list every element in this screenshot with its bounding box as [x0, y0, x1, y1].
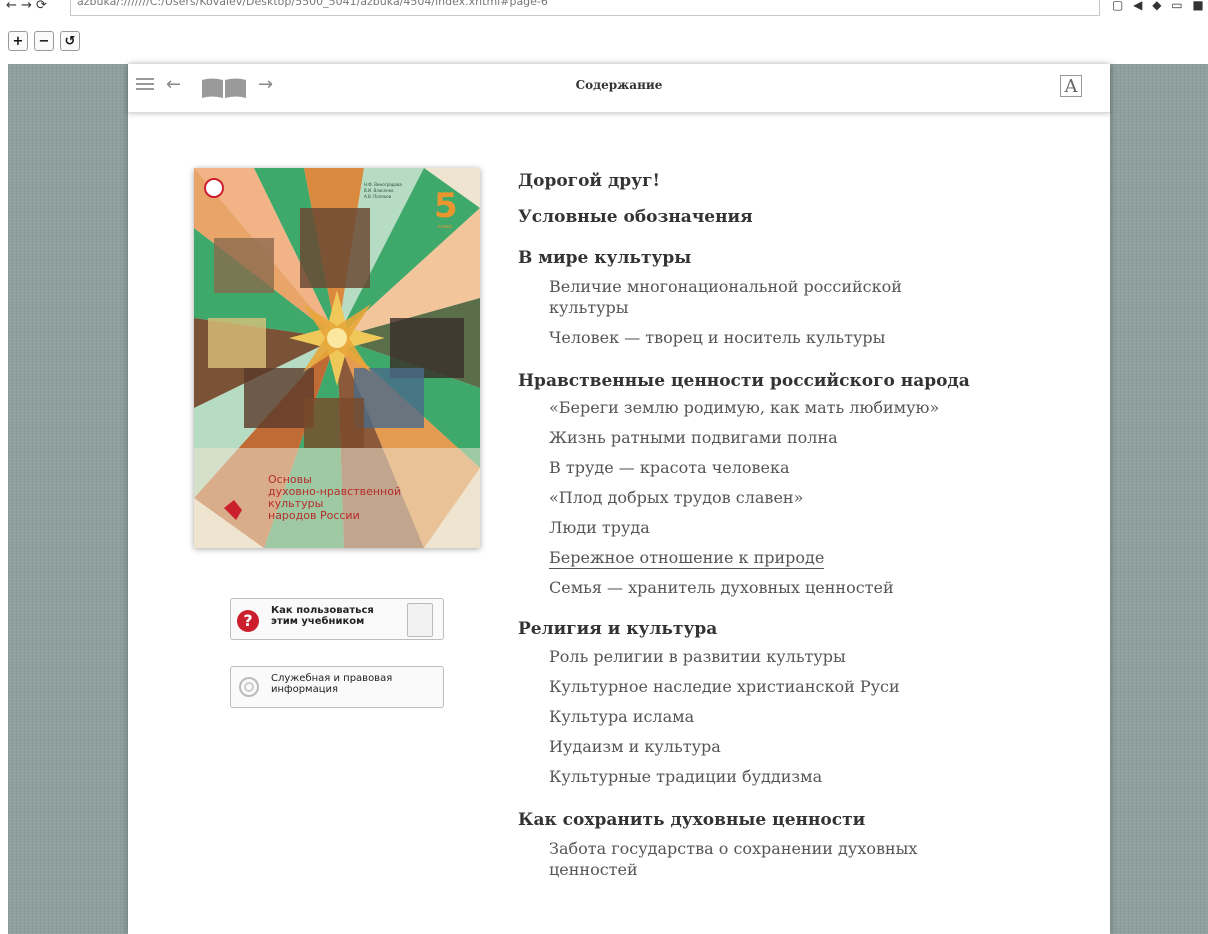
toc-item[interactable]: Культурные традиции буддизма [549, 767, 1078, 787]
table-of-contents: Дорогой друг! Условные обозначения В мир… [518, 170, 1078, 880]
cover-authors: Н.Ф. Виноградова В.И. Власенко А.В. Поля… [364, 182, 402, 199]
legal-info-label: Служебная и правовая информация [271, 673, 393, 695]
font-settings-icon[interactable]: A [1060, 75, 1082, 97]
cover-grade-number: 5 [434, 186, 458, 226]
toc-item[interactable]: Иудаизм и культура [549, 737, 1078, 757]
hand-pointer-icon [407, 603, 433, 637]
toc-item[interactable]: Жизнь ратными подвигами полна [549, 428, 1078, 448]
toc-item[interactable]: «Береги землю родимую, как мать любимую» [549, 398, 1078, 418]
toc-item[interactable]: Забота государства о сохранении духовных… [549, 838, 1078, 880]
toc-section-4-title[interactable]: Как сохранить духовные ценности [518, 809, 1078, 831]
toc-section-2-title[interactable]: Нравственные ценности российского народа [518, 370, 1078, 392]
url-field[interactable]: azbuka/:///////C:/Users/Kovalev/Desktop/… [70, 0, 1100, 16]
toc-item[interactable]: Человек — творец и носитель культуры [549, 328, 1078, 348]
toc-item[interactable]: В труде — красота человека [549, 458, 1078, 478]
cover-grade-label: класс [438, 224, 453, 230]
how-to-use-button[interactable]: ? Как пользоваться этим учебником [230, 598, 444, 640]
toc-intro-legend[interactable]: Условные обозначения [518, 206, 1078, 228]
zoom-out-button[interactable]: − [34, 31, 54, 51]
toc-item[interactable]: Культурное наследие христианской Руси [549, 677, 1078, 697]
toc-item[interactable]: Люди труда [549, 518, 1078, 538]
toc-section-3-title[interactable]: Религия и культура [518, 618, 1078, 640]
toc-item-current[interactable]: Бережное отношение к природе [549, 548, 1078, 569]
info-circle-icon [239, 677, 259, 697]
reader-toolbar: ← → Содержание A [128, 64, 1110, 113]
browser-extension-icons[interactable]: ▢ ◀ ◆ ▭ ■ [1112, 0, 1207, 12]
zoom-in-button[interactable]: + [8, 31, 28, 51]
toc-item[interactable]: Величие многонациональной российской кул… [549, 276, 1078, 318]
cover-title: Основы духовно-нравственной культуры нар… [268, 473, 402, 522]
browser-address-bar: ← → ⟳ azbuka/:///////C:/Users/Kovalev/De… [0, 0, 1208, 24]
question-icon: ? [237, 610, 259, 632]
zoom-controls: + − ↺ [8, 31, 80, 51]
toc-item[interactable]: Культура ислама [549, 707, 1078, 727]
book-page: ← → Содержание A Н.Ф. Виноградова В.И. В… [128, 64, 1110, 934]
legal-info-button[interactable]: Служебная и правовая информация [230, 666, 444, 708]
toc-intro-dear-friend[interactable]: Дорогой друг! [518, 170, 1078, 192]
how-to-use-label: Как пользоваться этим учебником [271, 605, 374, 627]
page-title: Содержание [575, 78, 663, 92]
toc-item[interactable]: Роль религии в развитии культуры [549, 647, 1078, 667]
browser-nav-icons[interactable]: ← → ⟳ [6, 0, 47, 13]
book-cover[interactable]: Н.Ф. Виноградова В.И. Власенко А.В. Поля… [194, 168, 480, 548]
reader-background: ← → Содержание A Н.Ф. Виноградова В.И. В… [8, 64, 1208, 934]
toc-section-1-title[interactable]: В мире культуры [518, 247, 1078, 269]
toc-item-current-label[interactable]: Бережное отношение к природе [549, 548, 825, 569]
toc-item[interactable]: «Плод добрых трудов славен» [549, 488, 1078, 508]
zoom-reset-button[interactable]: ↺ [60, 31, 80, 51]
toc-item[interactable]: Семья — хранитель духовных ценностей [549, 578, 1078, 598]
